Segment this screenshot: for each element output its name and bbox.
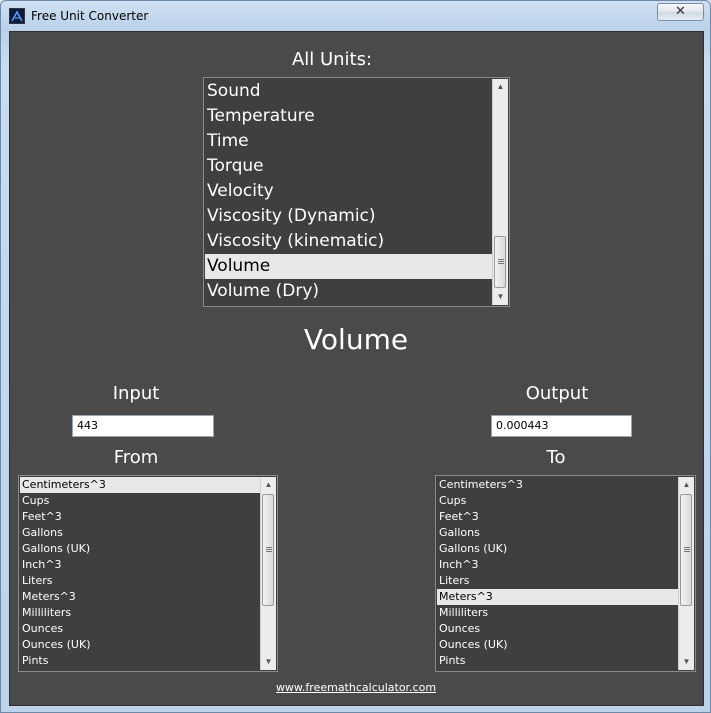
scroll-up-arrow-icon[interactable]: ▲ [261, 477, 276, 493]
category-scrollbar[interactable]: ▲ ▼ [492, 79, 508, 305]
from-unit-list-item[interactable]: Pints [20, 653, 260, 669]
to-unit-list-item[interactable]: Liters [437, 573, 678, 589]
close-button[interactable]: ✕ [657, 3, 704, 21]
category-list-item[interactable]: Velocity [205, 179, 492, 204]
category-listbox[interactable]: Sound Temperature Time Torque Velocity Viscos… [203, 77, 510, 307]
to-unit-list-item[interactable]: Cups [437, 493, 678, 509]
app-window: Free Unit Converter ✕ All Units: Sound Te… [0, 0, 711, 713]
from-unit-listbox[interactable]: Centimeters^3 Cups Feet^3 Gallons Gallons (U… [18, 475, 278, 672]
selected-category-heading: Volume [303, 323, 409, 356]
to-unit-list-item[interactable]: Milliliters [437, 605, 678, 621]
to-unit-items: Centimeters^3 Cups Feet^3 Gallons Gallons (U… [437, 477, 678, 669]
all-units-label: All Units: [291, 49, 373, 70]
output-field[interactable]: 0.000443 [491, 415, 632, 437]
to-unit-listbox[interactable]: Centimeters^3 Cups Feet^3 Gallons Gallons (U… [435, 475, 696, 672]
scroll-down-arrow-icon[interactable]: ▼ [261, 654, 276, 670]
from-unit-list-item[interactable]: Cups [20, 493, 260, 509]
to-unit-list-item[interactable]: Feet^3 [437, 509, 678, 525]
scroll-down-arrow-icon[interactable]: ▼ [493, 289, 508, 305]
to-unit-list-item[interactable]: Ounces (UK) [437, 637, 678, 653]
category-list-item[interactable]: Viscosity (Dynamic) [205, 204, 492, 229]
category-list-item[interactable]: Torque [205, 154, 492, 179]
category-list-item[interactable]: Temperature [205, 104, 492, 129]
scroll-up-arrow-icon[interactable]: ▲ [493, 79, 508, 95]
scroll-thumb[interactable] [680, 494, 692, 606]
from-scrollbar[interactable]: ▲ ▼ [260, 477, 276, 670]
to-unit-list-item[interactable]: Pints [437, 653, 678, 669]
window-title: Free Unit Converter [31, 9, 149, 23]
category-list-item[interactable]: Volume [205, 254, 492, 279]
scroll-thumb[interactable] [262, 494, 274, 606]
to-scrollbar[interactable]: ▲ ▼ [678, 477, 694, 670]
from-unit-list-item[interactable]: Ounces (UK) [20, 637, 260, 653]
category-list-item[interactable]: Viscosity (kinematic) [205, 229, 492, 254]
website-link[interactable]: www.freemathcalculator.com [276, 681, 436, 694]
category-list-item[interactable]: Volume (Dry) [205, 279, 492, 304]
category-list-item[interactable]: Sound [205, 79, 492, 104]
from-unit-list-item[interactable]: Inch^3 [20, 557, 260, 573]
scroll-thumb[interactable] [494, 236, 506, 288]
category-list-item[interactable]: Time [205, 129, 492, 154]
title-bar[interactable]: Free Unit Converter ✕ [1, 1, 710, 31]
scroll-up-arrow-icon[interactable]: ▲ [679, 477, 694, 493]
from-unit-list-item[interactable]: Centimeters^3 [20, 477, 260, 493]
input-label: Input [112, 383, 160, 404]
to-unit-list-item[interactable]: Centimeters^3 [437, 477, 678, 493]
from-unit-list-item[interactable]: Meters^3 [20, 589, 260, 605]
to-unit-list-item[interactable]: Meters^3 [437, 589, 678, 605]
app-icon [9, 8, 25, 24]
from-label: From [113, 447, 159, 468]
category-items: Sound Temperature Time Torque Velocity Viscos… [205, 79, 492, 304]
from-unit-list-item[interactable]: Gallons (UK) [20, 541, 260, 557]
scroll-down-arrow-icon[interactable]: ▼ [679, 654, 694, 670]
to-unit-list-item[interactable]: Gallons (UK) [437, 541, 678, 557]
from-unit-list-item[interactable]: Milliliters [20, 605, 260, 621]
converter-panel: All Units: Sound Temperature Time Torque Vel… [9, 31, 704, 706]
output-label: Output [525, 383, 589, 404]
to-unit-list-item[interactable]: Ounces [437, 621, 678, 637]
from-unit-items: Centimeters^3 Cups Feet^3 Gallons Gallons (U… [20, 477, 260, 669]
to-unit-list-item[interactable]: Gallons [437, 525, 678, 541]
from-unit-list-item[interactable]: Gallons [20, 525, 260, 541]
from-unit-list-item[interactable]: Ounces [20, 621, 260, 637]
to-unit-list-item[interactable]: Inch^3 [437, 557, 678, 573]
input-field[interactable]: 443 [72, 415, 214, 437]
to-label: To [546, 447, 566, 468]
from-unit-list-item[interactable]: Feet^3 [20, 509, 260, 525]
from-unit-list-item[interactable]: Liters [20, 573, 260, 589]
